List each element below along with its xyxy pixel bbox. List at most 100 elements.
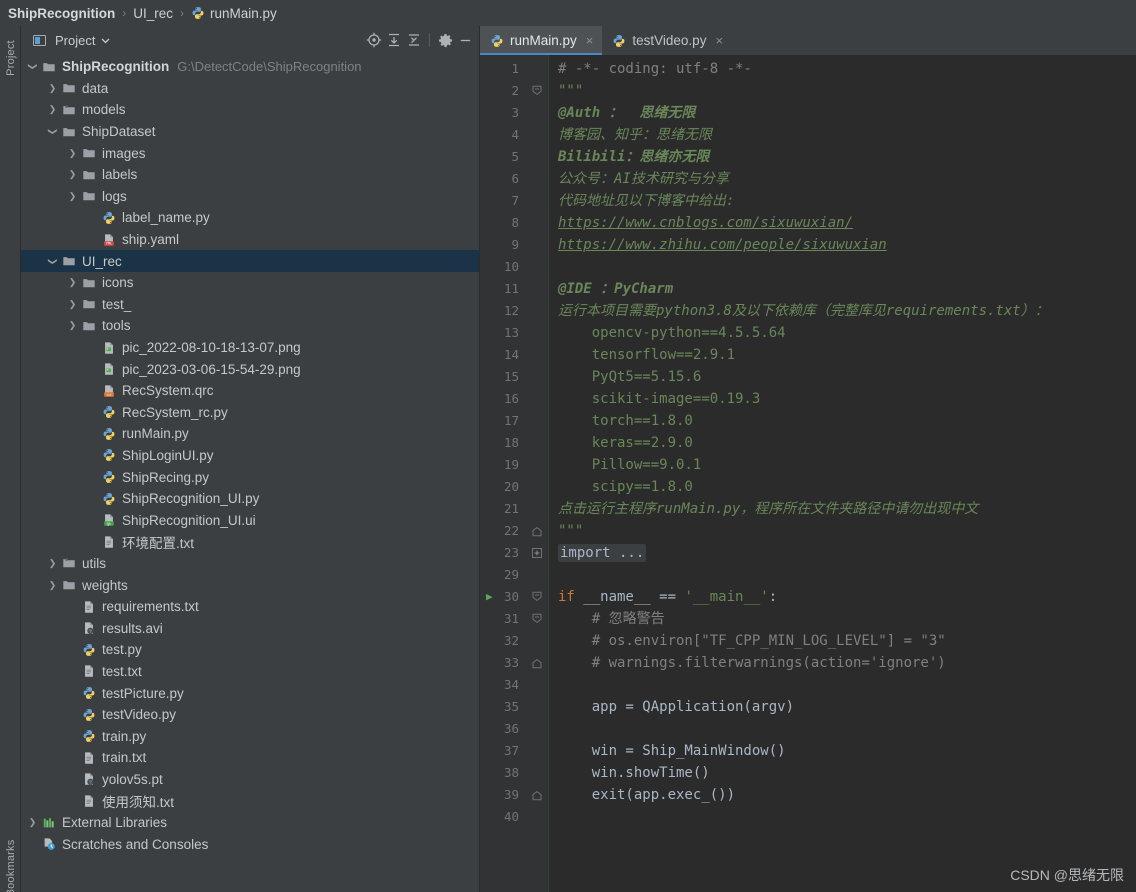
tree-row[interactable]: ❯ RecSystem_rc.py	[21, 402, 479, 424]
fold-empty	[526, 300, 548, 322]
tree-row[interactable]: ❯ 使用须知.txt	[21, 790, 479, 812]
chevron-down-icon[interactable]: ❯	[28, 59, 38, 74]
tree-row[interactable]: ❯ weights	[21, 574, 479, 596]
tree-row[interactable]: ❯ tools	[21, 315, 479, 337]
tree-row[interactable]: ❯ requirements.txt	[21, 596, 479, 618]
tree-row[interactable]: ❯ ShipRecognition G:\DetectCode\ShipRecogn…	[21, 56, 479, 78]
tree-row[interactable]: ❯ testPicture.py	[21, 682, 479, 704]
tree-item-label: RecSystem.qrc	[122, 383, 214, 399]
tree-row[interactable]: ❯ ShipRecognition_UI.py	[21, 488, 479, 510]
line-number: 12	[503, 303, 519, 318]
tree-row[interactable]: ❯ test.py	[21, 639, 479, 661]
tree-row[interactable]: ❯ 环境配置.txt	[21, 531, 479, 553]
line-number: 37	[503, 743, 519, 758]
chevron-right-icon[interactable]: ❯	[65, 278, 80, 287]
code-line: 运行本项目需要python3.8及以下依赖库（完整库见requirements.…	[549, 300, 1136, 322]
tree-row[interactable]: ❯ runMain.py	[21, 423, 479, 445]
tree-row[interactable]: ❯ test_	[21, 294, 479, 316]
fold-marker[interactable]	[526, 652, 548, 674]
tree-spacer: ❯	[65, 689, 80, 698]
tree-row[interactable]: ❯ test.txt	[21, 661, 479, 683]
chevron-right-icon[interactable]: ❯	[65, 299, 80, 309]
chevron-right-icon[interactable]: ❯	[65, 191, 80, 201]
code-line: @IDE ：PyCharm	[549, 278, 1136, 300]
fold-marker[interactable]	[526, 784, 548, 806]
run-line-icon[interactable]: ▶	[486, 586, 493, 608]
tree-row[interactable]: ❯ pic_2022-08-10-18-13-07.png	[21, 337, 479, 359]
tree-row[interactable]: ❯ label_name.py	[21, 207, 479, 229]
fold-marker[interactable]	[526, 520, 548, 542]
chevron-right-icon[interactable]: ❯	[65, 170, 80, 179]
qrc-file-icon: <>	[100, 384, 118, 398]
tree-row[interactable]: ❯ ShipLoginUI.py	[21, 445, 479, 467]
code-line: exit(app.exec_())	[549, 784, 1136, 806]
tree-row[interactable]: ❯ UI_rec	[21, 250, 479, 272]
editor-tab[interactable]: runMain.py ×	[480, 26, 603, 55]
fold-marker[interactable]	[526, 542, 548, 564]
close-icon[interactable]: ×	[715, 33, 723, 48]
code-content[interactable]: # -*- coding: utf-8 -*- """ @Auth ： 思绪无限 博客…	[548, 55, 1136, 892]
tree-row[interactable]: ❯ YML ship.yaml	[21, 229, 479, 251]
chevron-right-icon[interactable]: ❯	[45, 83, 60, 93]
tree-row[interactable]: ❯ testVideo.py	[21, 704, 479, 726]
tree-row[interactable]: ❯ labels	[21, 164, 479, 186]
code-folding-gutter[interactable]	[526, 55, 548, 892]
fold-marker[interactable]	[526, 608, 548, 630]
chevron-right-icon[interactable]: ❯	[65, 321, 80, 330]
tree-row[interactable]: ❯? yolov5s.pt	[21, 769, 479, 791]
collapse-all-icon[interactable]	[404, 30, 424, 50]
tree-row[interactable]: ❯? results.avi	[21, 617, 479, 639]
expand-all-icon[interactable]	[384, 30, 404, 50]
hide-panel-icon[interactable]	[455, 30, 475, 50]
python-file-icon	[191, 6, 205, 20]
tree-row[interactable]: ❯ models	[21, 99, 479, 121]
locate-in-tree-icon[interactable]	[364, 30, 384, 50]
fold-marker[interactable]	[526, 586, 548, 608]
left-tool-window-strip: Project Bookmarks	[0, 26, 21, 892]
tree-row[interactable]: ❯ logs	[21, 186, 479, 208]
chevron-right-icon[interactable]: ❯	[65, 148, 80, 158]
close-icon[interactable]: ×	[586, 33, 594, 48]
tree-row[interactable]: ❯ ShipDataset	[21, 121, 479, 143]
tree-row[interactable]: ❯ External Libraries	[21, 812, 479, 834]
chevron-right-icon[interactable]: ❯	[25, 818, 40, 827]
tree-row[interactable]: ❯ train.txt	[21, 747, 479, 769]
chevron-down-icon[interactable]	[95, 30, 115, 50]
fold-marker[interactable]	[526, 80, 548, 102]
settings-gear-icon[interactable]	[435, 30, 455, 50]
tree-row[interactable]: ❯ train.py	[21, 725, 479, 747]
tree-row[interactable]: ❯ data	[21, 78, 479, 100]
tool-window-tab-bookmarks[interactable]: Bookmarks	[5, 839, 17, 892]
code-token: Bilibili：思绪亦无限	[558, 149, 710, 165]
tree-spacer: ❯	[65, 710, 80, 719]
tree-row[interactable]: ❯ utils	[21, 553, 479, 575]
chevron-down-icon[interactable]: ❯	[48, 254, 58, 269]
breadcrumb-item[interactable]: runMain.py	[210, 6, 277, 21]
chevron-right-icon[interactable]: ❯	[45, 558, 60, 568]
tree-row[interactable]: ❯ <> RecSystem.qrc	[21, 380, 479, 402]
line-number: 14	[503, 347, 519, 362]
tool-window-tab-project[interactable]: Project	[5, 36, 17, 80]
project-file-tree[interactable]: ❯ ShipRecognition G:\DetectCode\ShipRecogn…	[21, 54, 479, 892]
tree-row[interactable]: ❯ images	[21, 142, 479, 164]
code-editor[interactable]: 1 2 3 4 5 6 7 8 9 10 11 12 13 14 15 16 17 18 19 20 21 22 23 29 ▶…	[480, 55, 1136, 892]
tree-item-label: models	[82, 102, 126, 118]
tree-item-label: ship.yaml	[122, 232, 180, 248]
fold-empty	[526, 432, 548, 454]
code-token: 代码地址见以下博客中给出:	[558, 193, 735, 209]
folder-icon	[60, 81, 78, 95]
tree-row[interactable]: ❯ pic_2023-03-06-15-54-29.png	[21, 358, 479, 380]
tree-item-label: testPicture.py	[102, 685, 184, 701]
tree-row[interactable]: ❯ ShipRecing.py	[21, 466, 479, 488]
tree-row[interactable]: ❯ icons	[21, 272, 479, 294]
tree-row[interactable]: ❯ Qt ShipRecognition_UI.ui	[21, 509, 479, 531]
breadcrumb-item[interactable]: ShipRecognition	[8, 6, 115, 21]
editor-tab[interactable]: testVideo.py ×	[602, 26, 732, 55]
code-line: app = QApplication(argv)	[549, 696, 1136, 718]
breadcrumb-item[interactable]: UI_rec	[133, 6, 173, 21]
chevron-right-icon[interactable]: ❯	[45, 105, 60, 114]
tree-row[interactable]: ❯ Scratches and Consoles	[21, 833, 479, 855]
chevron-down-icon[interactable]: ❯	[48, 124, 58, 139]
chevron-right-icon[interactable]: ❯	[45, 580, 60, 590]
